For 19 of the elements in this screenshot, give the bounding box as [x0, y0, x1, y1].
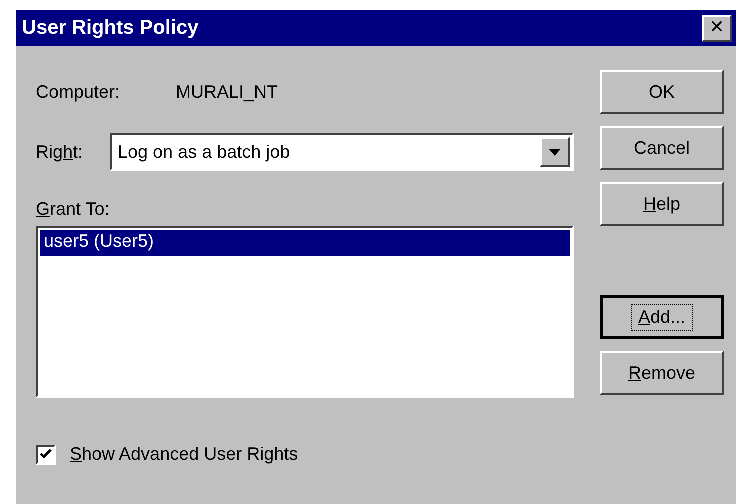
checkbox[interactable] [36, 444, 56, 464]
dropdown-button[interactable] [540, 137, 570, 167]
dialog-button[interactable]: Cancel [600, 126, 724, 170]
dialog-button[interactable]: Help [600, 182, 724, 226]
grant-to-label: Grant To: [36, 199, 110, 220]
close-button[interactable]: ✕ [702, 14, 732, 42]
computer-label: Computer: [36, 82, 122, 103]
dialog-button[interactable]: Add... [600, 295, 724, 339]
computer-name: MURALI_NT [176, 82, 278, 103]
dialog-button[interactable]: Remove [600, 351, 724, 395]
caret-icon [549, 148, 561, 156]
checkbox-label: Show Advanced User Rights [70, 444, 298, 465]
list-item[interactable]: user5 (User5) [40, 230, 570, 256]
dialog-button[interactable]: OK [600, 70, 724, 114]
checkmark-icon [40, 449, 52, 460]
dropdown-value: Log on as a batch job [118, 142, 290, 162]
right-label: Right: [36, 142, 84, 162]
right-dropdown[interactable]: Log on as a batch job [110, 133, 574, 171]
window-title: User Rights Policy [22, 16, 199, 40]
